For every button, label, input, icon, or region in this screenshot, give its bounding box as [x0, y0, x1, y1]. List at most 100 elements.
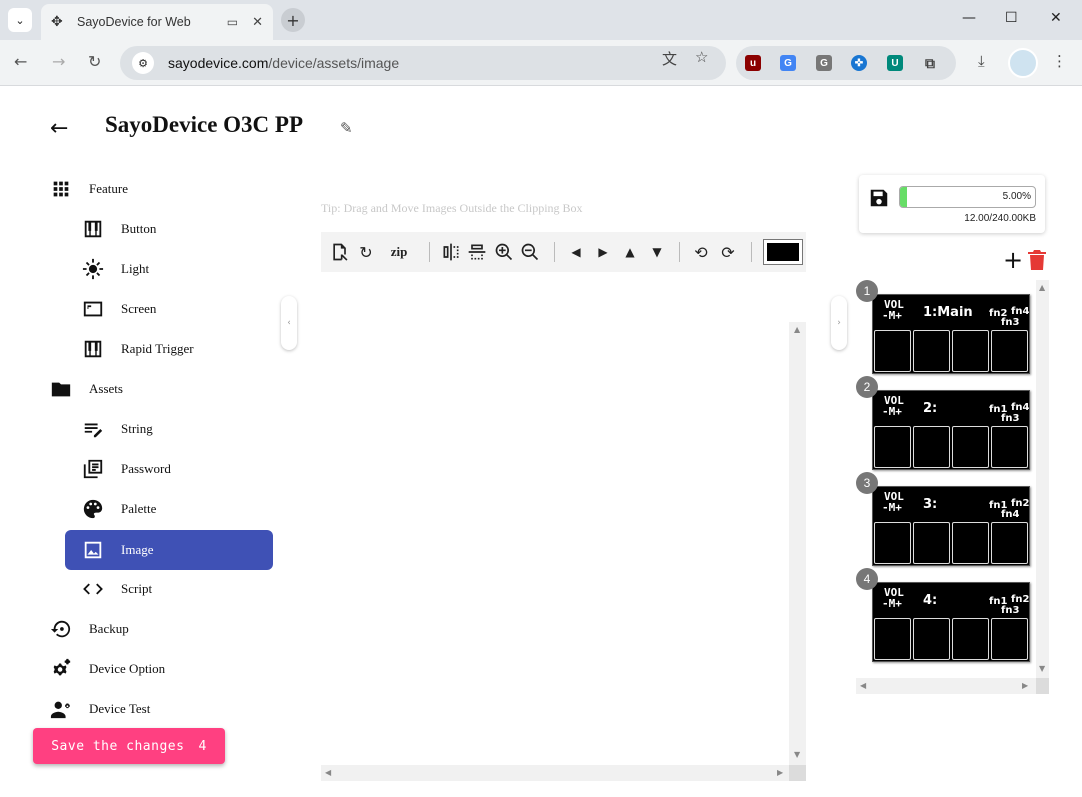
- collapse-sidebar-handle[interactable]: ‹: [281, 296, 297, 350]
- image-list-horizontal-scrollbar[interactable]: ◀ ▶: [856, 678, 1036, 694]
- url-host: sayodevice.com: [168, 55, 269, 71]
- move-down-icon[interactable]: ▼: [645, 240, 669, 264]
- scroll-down-icon[interactable]: ▼: [794, 750, 800, 759]
- chevron-right-icon: ›: [837, 318, 841, 328]
- sidebar-item-rapid-trigger[interactable]: Rapid Trigger: [81, 329, 194, 369]
- canvas-vertical-scrollbar[interactable]: ▲ ▼: [789, 322, 806, 765]
- scroll-right-icon[interactable]: ▶: [777, 768, 783, 777]
- tab-extension-icon[interactable]: U: [887, 55, 903, 71]
- sidebar-item-label: Palette: [121, 501, 157, 516]
- sidebar-item-assets[interactable]: Assets: [49, 369, 123, 409]
- site-info-icon[interactable]: ⚙: [132, 52, 154, 74]
- grammar-extension-icon[interactable]: G: [816, 55, 832, 71]
- vol-label: VOL -M+: [875, 491, 904, 513]
- scroll-down-icon[interactable]: ▼: [1039, 664, 1045, 673]
- move-left-icon[interactable]: ◀: [564, 240, 588, 264]
- translate-icon[interactable]: 文: [662, 48, 677, 69]
- reset-icon[interactable]: ↻: [354, 240, 378, 264]
- move-right-icon[interactable]: ▶: [591, 240, 615, 264]
- scroll-up-icon[interactable]: ▲: [1039, 283, 1045, 292]
- scroll-left-icon[interactable]: ◀: [860, 681, 866, 690]
- sidebar-item-screen[interactable]: Screen: [81, 289, 156, 329]
- minimize-icon[interactable]: —: [962, 10, 976, 26]
- key-cell: [913, 426, 950, 468]
- image-icon: [81, 538, 105, 562]
- back-arrow-icon[interactable]: ←: [50, 116, 68, 141]
- delete-icon[interactable]: [1028, 250, 1046, 270]
- sidebar-item-image[interactable]: Image: [65, 530, 273, 570]
- profile-avatar[interactable]: [1008, 48, 1038, 78]
- save-disk-icon[interactable]: [868, 187, 890, 209]
- image-thumbnail[interactable]: VOL -M+ 3: fn1 fn2 fn4: [872, 486, 1030, 566]
- color-picker[interactable]: [763, 239, 803, 265]
- bookmark-star-icon[interactable]: ☆: [695, 48, 708, 66]
- zoom-out-icon[interactable]: [518, 240, 542, 264]
- sidebar-item-label: Screen: [121, 301, 157, 316]
- storage-progress-fill: [900, 187, 907, 207]
- new-tab-button[interactable]: +: [281, 8, 305, 32]
- download-icon[interactable]: ⤓: [978, 52, 985, 70]
- network-extension-icon[interactable]: ✜: [851, 55, 867, 71]
- collapse-panel-handle[interactable]: ›: [831, 296, 847, 350]
- fn-label: fn2: [1011, 498, 1030, 509]
- rotate-left-icon[interactable]: ⟲: [689, 240, 713, 264]
- sidebar-item-label: String: [121, 421, 153, 436]
- toolbar-divider: [679, 242, 680, 262]
- pencil-icon[interactable]: ✎: [340, 119, 353, 137]
- sidebar-item-password[interactable]: Password: [81, 449, 171, 489]
- sidebar-item-string[interactable]: String: [81, 409, 153, 449]
- sidebar-item-button[interactable]: Button: [81, 209, 156, 249]
- sidebar-item-device-option[interactable]: Device Option: [49, 649, 165, 689]
- google-translate-icon[interactable]: G: [780, 55, 796, 71]
- tab-search-button[interactable]: ⌄: [8, 8, 32, 32]
- move-up-icon[interactable]: ▲: [618, 240, 642, 264]
- scroll-left-icon[interactable]: ◀: [325, 768, 331, 777]
- puzzle-icon[interactable]: ⧉: [922, 55, 938, 71]
- sidebar-item-label: Rapid Trigger: [121, 341, 194, 356]
- sidebar-item-feature[interactable]: Feature: [49, 169, 128, 209]
- scroll-up-icon[interactable]: ▲: [794, 325, 800, 334]
- sun-icon: [81, 257, 105, 281]
- add-icon[interactable]: +: [1003, 248, 1023, 272]
- key-cell: [991, 330, 1028, 372]
- forward-icon[interactable]: →: [52, 52, 65, 71]
- gears-icon: [49, 657, 73, 681]
- back-icon[interactable]: ←: [14, 52, 27, 71]
- flip-horizontal-icon[interactable]: [439, 240, 463, 264]
- zoom-in-icon[interactable]: [492, 240, 516, 264]
- image-thumbnail[interactable]: VOL -M+ 4: fn1 fn2 fn3: [872, 582, 1030, 662]
- sidebar-item-script[interactable]: Script: [81, 569, 152, 609]
- ublock-icon[interactable]: u: [745, 55, 761, 71]
- image-list-vertical-scrollbar[interactable]: ▲ ▼: [1036, 280, 1049, 678]
- tip-text: Tip: Drag and Move Images Outside the Cl…: [321, 201, 583, 215]
- sidebar-item-palette[interactable]: Palette: [81, 489, 156, 529]
- sidebar-item-device-test[interactable]: Device Test: [49, 689, 150, 729]
- image-canvas[interactable]: [321, 322, 807, 782]
- kebab-menu-icon[interactable]: ⋮: [1052, 52, 1067, 70]
- toolbar-divider: [554, 242, 555, 262]
- close-window-icon[interactable]: ✕: [1050, 10, 1062, 26]
- key-cell: [913, 522, 950, 564]
- tab-title: SayoDevice for Web: [77, 15, 191, 29]
- sidebar-item-backup[interactable]: Backup: [49, 609, 129, 649]
- key-cell: [874, 522, 911, 564]
- key-grid: [874, 618, 1028, 660]
- extensions-area: u G G ✜ U ⧉: [736, 46, 956, 80]
- storage-card: 5.00% 12.00/240.00KB: [859, 175, 1045, 233]
- sidebar-item-light[interactable]: Light: [81, 249, 149, 289]
- save-changes-button[interactable]: Save the changes 4: [33, 728, 225, 764]
- close-tab-icon[interactable]: ✕: [252, 15, 263, 30]
- image-thumbnail[interactable]: VOL -M+ 2: fn1 fn4 fn3: [872, 390, 1030, 470]
- rotate-right-icon[interactable]: ⟳: [716, 240, 740, 264]
- address-bar[interactable]: ⚙ sayodevice.com/device/assets/image: [120, 46, 726, 80]
- image-thumbnail[interactable]: VOL -M+ 1:Main fn2 fn4 fn3: [872, 294, 1030, 374]
- zip-button[interactable]: zip: [381, 240, 417, 264]
- browser-tab[interactable]: ✥ SayoDevice for Web ▭ ✕: [41, 4, 273, 40]
- toolbar-divider: [429, 242, 430, 262]
- scroll-right-icon[interactable]: ▶: [1022, 681, 1028, 690]
- flip-vertical-icon[interactable]: [465, 240, 489, 264]
- import-file-icon[interactable]: [328, 240, 352, 264]
- canvas-horizontal-scrollbar[interactable]: ◀ ▶: [321, 765, 789, 781]
- reload-icon[interactable]: ↻: [88, 52, 101, 71]
- maximize-icon[interactable]: ☐: [1005, 10, 1018, 26]
